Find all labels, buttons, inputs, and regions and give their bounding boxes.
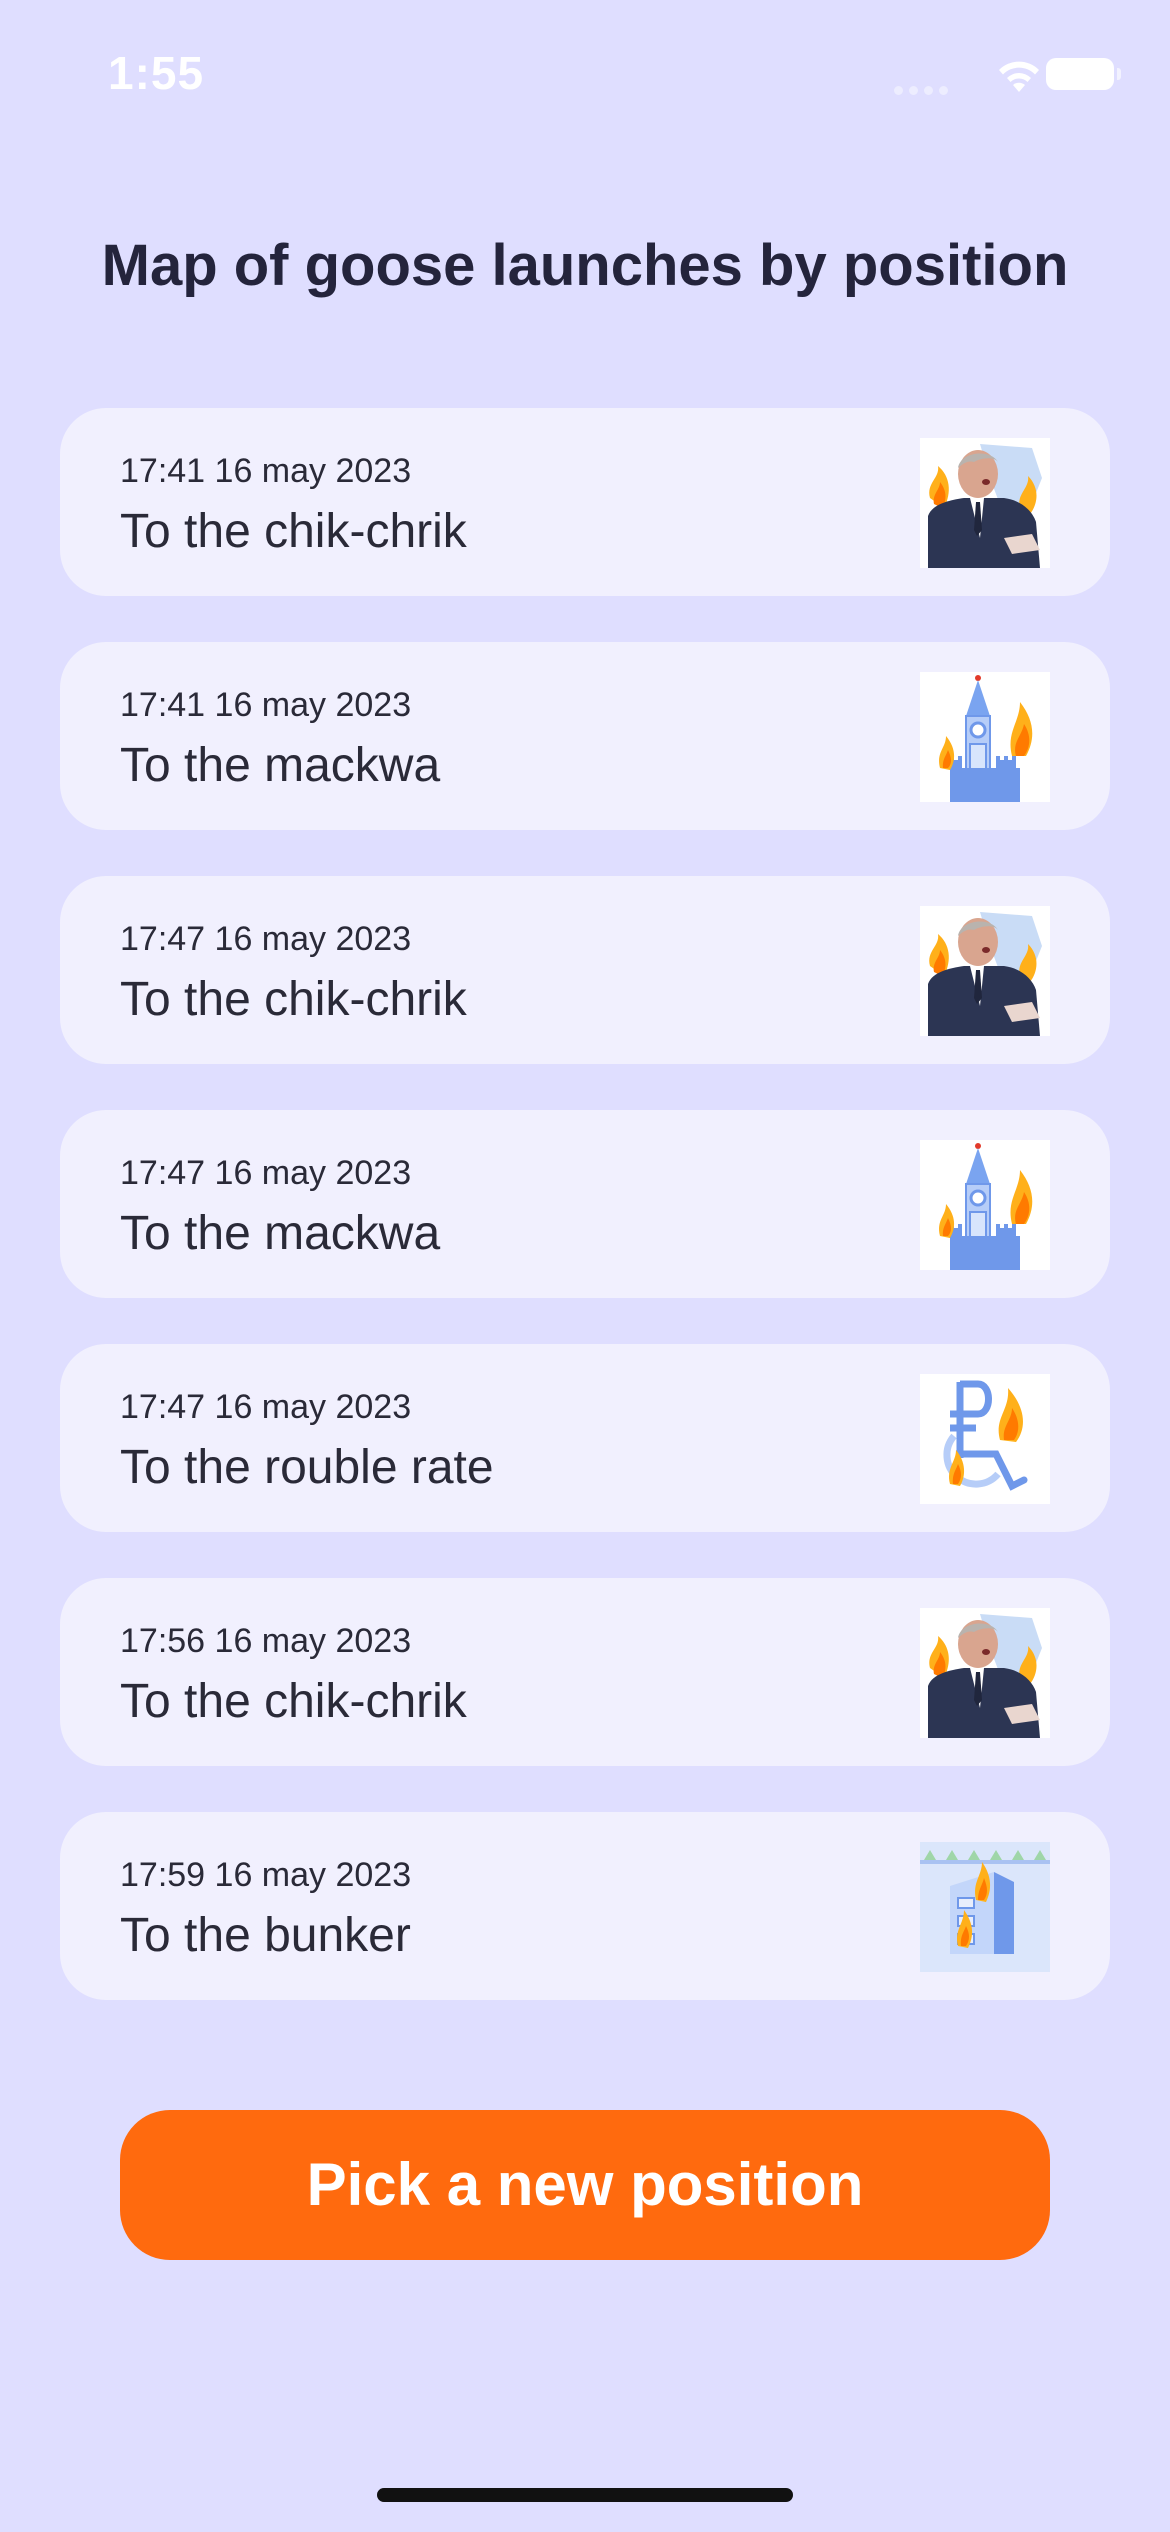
- status-icons: [894, 56, 1121, 96]
- launch-time: 17:47 16 may 2023: [120, 1154, 412, 1192]
- kremlin-tower-icon: [920, 672, 1050, 802]
- launch-target: To the mackwa: [120, 1207, 441, 1260]
- launch-card[interactable]: 17:59 16 may 2023 To the bunker: [60, 1812, 1110, 2000]
- launch-target: To the mackwa: [120, 739, 441, 792]
- signal-icon: [894, 82, 954, 95]
- pick-new-position-button[interactable]: Pick a new position: [120, 2110, 1050, 2260]
- chik-chrik-icon: [920, 438, 1050, 568]
- launch-target: To the bunker: [120, 1909, 411, 1962]
- launch-card[interactable]: 17:41 16 may 2023 To the chik-chrik: [60, 408, 1110, 596]
- launch-target: To the chik-chrik: [120, 973, 467, 1026]
- launch-card[interactable]: 17:56 16 may 2023 To the chik-chrik: [60, 1578, 1110, 1766]
- launch-target: To the chik-chrik: [120, 505, 467, 558]
- rouble-wheelchair-icon: [920, 1374, 1050, 1504]
- kremlin-tower-icon: [920, 1140, 1050, 1270]
- launch-target: To the chik-chrik: [120, 1675, 467, 1728]
- launch-target: To the rouble rate: [120, 1441, 494, 1494]
- launch-card[interactable]: 17:47 16 may 2023 To the mackwa: [60, 1110, 1110, 1298]
- home-indicator[interactable]: [377, 2488, 793, 2502]
- launch-time: 17:59 16 may 2023: [120, 1856, 412, 1894]
- launch-time: 17:47 16 may 2023: [120, 920, 412, 958]
- launch-card[interactable]: 17:47 16 may 2023 To the rouble rate: [60, 1344, 1110, 1532]
- battery-icon: [1046, 58, 1121, 90]
- chik-chrik-icon: [920, 906, 1050, 1036]
- launch-time: 17:41 16 may 2023: [120, 452, 412, 490]
- launch-time: 17:47 16 may 2023: [120, 1388, 412, 1426]
- launch-list: 17:41 16 may 2023 To the chik-chrik 17:4…: [60, 408, 1110, 2046]
- launch-time: 17:41 16 may 2023: [120, 686, 412, 724]
- bunker-icon: [920, 1842, 1050, 1972]
- launch-card[interactable]: 17:41 16 may 2023 To the mackwa: [60, 642, 1110, 830]
- status-time: 1:55: [108, 47, 205, 99]
- launch-card[interactable]: 17:47 16 may 2023 To the chik-chrik: [60, 876, 1110, 1064]
- page-title: Map of goose launches by position: [101, 233, 1069, 298]
- launch-time: 17:56 16 may 2023: [120, 1622, 412, 1660]
- chik-chrik-icon: [920, 1608, 1050, 1738]
- wifi-icon: [999, 61, 1039, 92]
- status-bar: 1:55: [0, 0, 1170, 150]
